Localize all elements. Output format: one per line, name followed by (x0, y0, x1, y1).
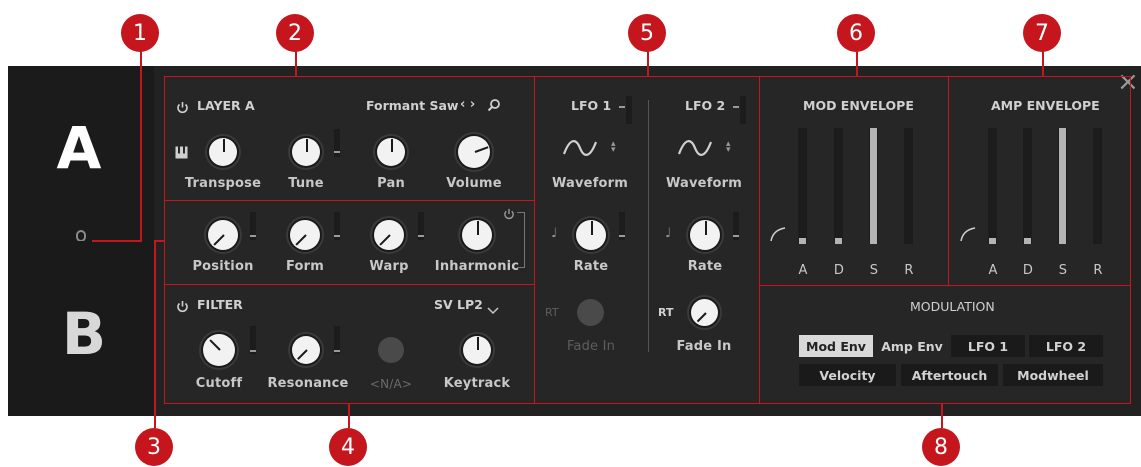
callout-4: 4 (329, 428, 367, 466)
callout-2-line (295, 48, 297, 77)
section-layer-box (164, 76, 535, 201)
callout-5: 5 (628, 14, 666, 52)
callout-1: 1 (121, 14, 159, 52)
section-modulation-box (759, 285, 1131, 404)
callout-1-line-h (92, 240, 142, 242)
section-filter-box (164, 284, 535, 404)
callout-7: 7 (1023, 14, 1061, 52)
section-lfo-box (534, 76, 760, 404)
callout-7-line (1042, 48, 1044, 77)
layer-a-selector[interactable]: A (8, 66, 154, 252)
callout-8-line (941, 404, 943, 428)
layer-a-letter[interactable]: A (48, 119, 110, 177)
callout-2: 2 (276, 14, 314, 52)
callout-3-line-h (154, 240, 165, 242)
callout-1-line-v (140, 47, 142, 241)
section-amp-env-box (948, 76, 1131, 286)
section-wavetable-box (164, 200, 535, 285)
callout-4-line (348, 404, 350, 428)
layer-b-selector[interactable]: B (8, 241, 154, 416)
callout-6: 6 (837, 14, 875, 52)
callout-3: 3 (135, 428, 173, 466)
callout-3-line-v (154, 240, 156, 428)
layer-b-letter[interactable]: B (50, 305, 118, 363)
callout-6-line (856, 48, 858, 77)
section-mod-env-box (759, 76, 949, 286)
callout-8: 8 (922, 428, 960, 466)
callout-5-line (647, 48, 649, 77)
